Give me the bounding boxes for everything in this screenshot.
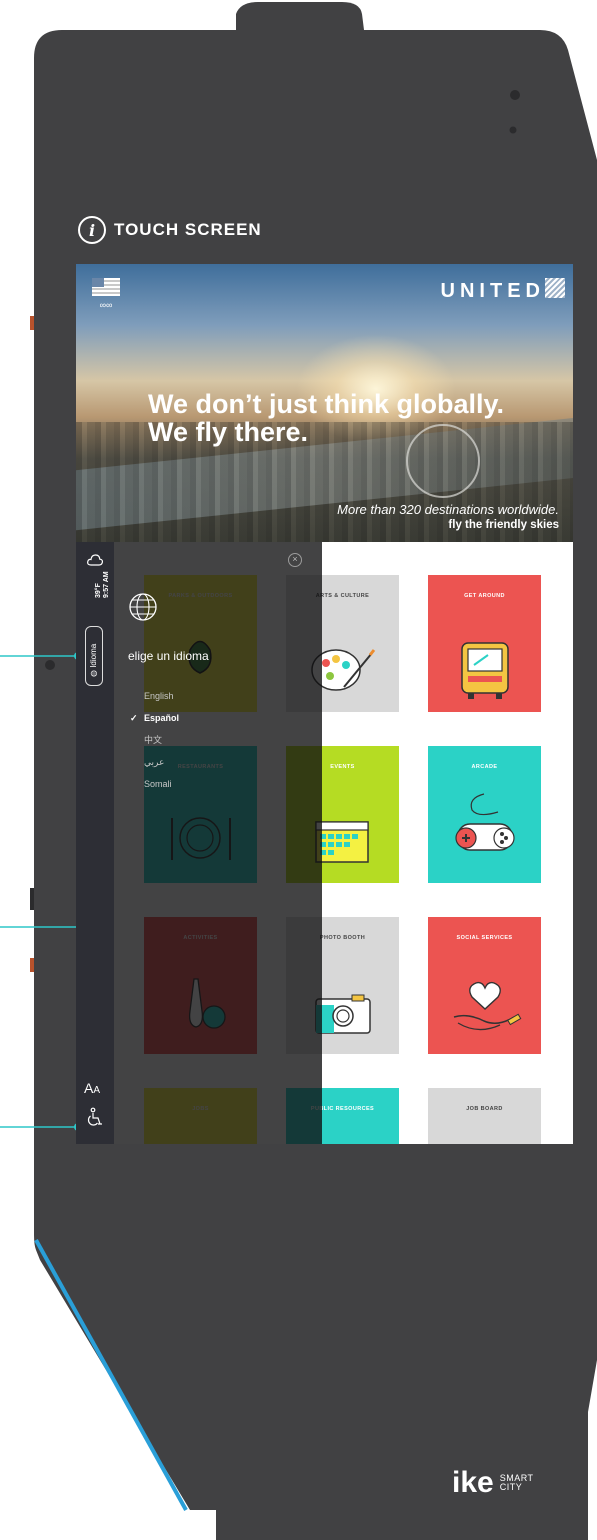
category-tile-icon: [461, 642, 509, 699]
ad-sub-tagline: fly the friendly skies: [448, 519, 559, 531]
ike-smart-city-logo: ike SMART CITY: [452, 1468, 534, 1498]
logo-sub-city: CITY: [499, 1482, 523, 1492]
text-size-large-a: A: [84, 1080, 94, 1096]
clock-time: 9:57 AM: [103, 571, 110, 598]
ad-headline-line2: We fly there.: [148, 417, 309, 447]
info-icon: i: [78, 216, 106, 244]
language-button[interactable]: ◍ Idioma: [85, 626, 103, 686]
ad-brand: UNITED: [440, 280, 545, 302]
language-option[interactable]: 中文: [144, 729, 179, 751]
language-list: English ✓ Español 中文 عربي Somali: [130, 685, 180, 795]
globe-icon: [129, 593, 157, 621]
language-option[interactable]: عربي: [144, 751, 179, 773]
language-option-label: English: [144, 691, 174, 701]
category-tile[interactable]: JOB BOARD: [428, 1088, 541, 1144]
logo-subtext: SMART CITY: [500, 1474, 534, 1492]
accessibility-icon[interactable]: [86, 1107, 106, 1127]
weather-time-display: 39°F 9:57 AM: [85, 571, 110, 624]
language-overlay-title: elige un idioma: [128, 649, 209, 663]
close-icon[interactable]: ×: [288, 553, 302, 567]
touch-screen-header: i TOUCH SCREEN: [78, 216, 262, 244]
category-tile-label: JOB BOARD: [466, 1106, 503, 1112]
language-option[interactable]: Somali: [144, 773, 179, 795]
category-tile-icon: [453, 981, 522, 1031]
cloud-icon: [87, 554, 103, 566]
category-tile[interactable]: GET AROUND: [428, 575, 541, 712]
category-tile-icon: [455, 793, 515, 851]
advertisement-banner[interactable]: ∞∞ UNITED We don’t just think globally. …: [76, 264, 573, 542]
logo-word: ike: [452, 1466, 494, 1499]
sidebar: 39°F 9:57 AM ◍ Idioma AA: [76, 542, 114, 1144]
ad-headline-line1: We don’t just think globally.: [148, 389, 504, 419]
check-icon: ✓: [130, 713, 138, 723]
text-size-button[interactable]: AA: [84, 1080, 100, 1096]
language-option-label: عربي: [144, 757, 165, 767]
category-tile[interactable]: SOCIAL SERVICES: [428, 917, 541, 1054]
olympic-rings-icon: ∞∞: [99, 300, 113, 310]
category-tile[interactable]: ARCADE: [428, 746, 541, 883]
language-option[interactable]: ✓ Español: [130, 707, 180, 729]
language-option-label: Somali: [144, 779, 172, 789]
language-button-text: Idioma: [89, 643, 98, 668]
globe-small-icon: ◍: [89, 667, 98, 677]
temperature: 39°F: [95, 583, 102, 598]
language-option-label: 中文: [144, 735, 163, 745]
usa-flag-icon: [92, 278, 120, 296]
weather-time-text: 39°F 9:57 AM: [95, 571, 111, 598]
header-title: TOUCH SCREEN: [114, 220, 262, 239]
ad-headline: We don’t just think globally. We fly the…: [148, 390, 504, 446]
language-button-label: ◍ Idioma: [89, 644, 98, 677]
language-option[interactable]: English: [144, 685, 179, 707]
text-size-small-a: A: [93, 1085, 101, 1096]
language-selector-overlay: × elige un idioma English ✓ Español 中文 عربي S…: [114, 542, 322, 1144]
touch-screen[interactable]: ∞∞ UNITED We don’t just think globally. …: [76, 264, 573, 1144]
united-globe-logo-icon: [545, 278, 565, 298]
ad-tagline: More than 320 destinations worldwide.: [337, 502, 559, 517]
language-option-label: Español: [144, 713, 180, 723]
